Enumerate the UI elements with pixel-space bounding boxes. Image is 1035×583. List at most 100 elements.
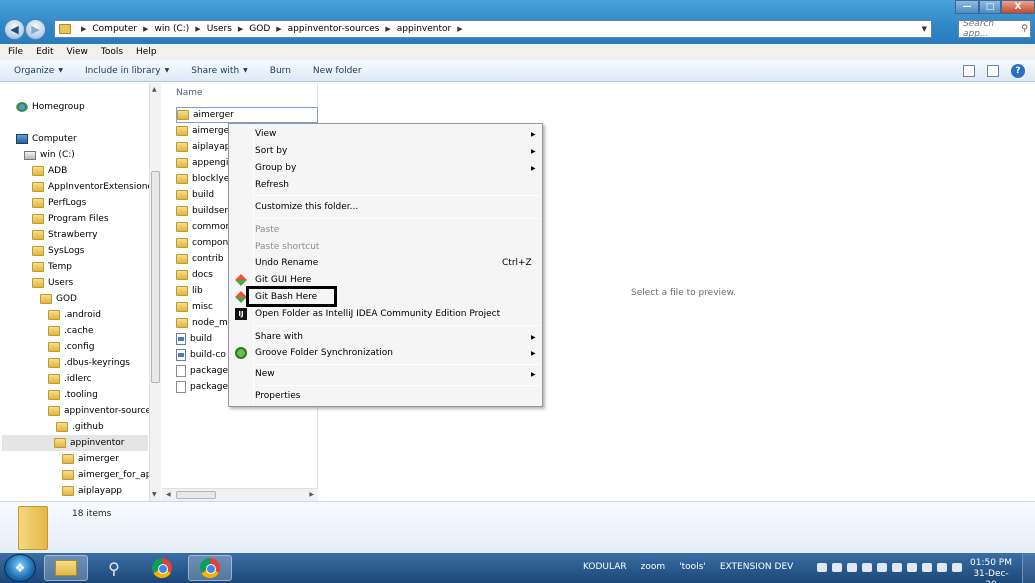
nav-homegroup[interactable]: Homegroup — [16, 99, 85, 115]
burn-button[interactable]: Burn — [270, 66, 291, 76]
search-input[interactable]: Search app... ⚲ — [958, 19, 1031, 39]
file-item[interactable]: misc — [176, 299, 213, 315]
tray-label-tools[interactable]: 'tools' — [679, 562, 706, 572]
file-item[interactable]: common — [176, 219, 231, 235]
file-item[interactable]: blocklyed — [176, 171, 235, 187]
menu-item-group-by[interactable]: Group by ▶ — [231, 160, 540, 176]
nav-item[interactable]: Users — [32, 275, 73, 291]
tray-label-kodular[interactable]: KODULAR — [583, 562, 627, 572]
file-item[interactable]: build-co — [176, 347, 226, 363]
address-dropdown-icon[interactable]: ▼ — [922, 25, 927, 33]
taskbar-explorer[interactable] — [44, 555, 88, 581]
tray-label-zoom[interactable]: zoom — [641, 562, 666, 572]
file-list-hscrollbar[interactable]: ◀ ▶ — [162, 488, 318, 501]
tray-icon[interactable] — [862, 563, 872, 572]
menu-item-open-intellij[interactable]: IJ Open Folder as IntelliJ IDEA Community… — [231, 306, 540, 322]
file-item[interactable]: buildserv — [176, 203, 233, 219]
chevron-right-icon[interactable]: ▶ — [238, 25, 243, 33]
breadcrumb-users[interactable]: Users — [207, 24, 232, 34]
nav-item[interactable]: AppInventorExtensiones — [32, 179, 158, 195]
taskbar-chrome[interactable] — [140, 555, 184, 581]
chevron-right-icon[interactable]: ▶ — [143, 25, 148, 33]
nav-item[interactable]: aiplayapp — [62, 483, 122, 499]
tray-icon[interactable] — [937, 563, 947, 572]
tray-icon[interactable] — [952, 563, 962, 572]
nav-item[interactable]: SysLogs — [32, 243, 85, 259]
tray-icon[interactable] — [832, 563, 842, 572]
taskbar-clock[interactable]: 01:50 PM 31-Dec-20 — [968, 558, 1014, 583]
show-desktop-button[interactable] — [1022, 553, 1035, 583]
menu-item-sort-by[interactable]: Sort by ▶ — [231, 143, 540, 159]
nav-scrollbar[interactable]: ▲ ▼ — [149, 83, 161, 501]
nav-item[interactable]: GOD — [40, 291, 77, 307]
organize-button[interactable]: Organize ▼ — [14, 66, 63, 76]
start-button[interactable]: ❖ — [4, 554, 36, 582]
nav-drive[interactable]: win (C:) — [24, 147, 75, 163]
search-icon[interactable]: ⚲ — [1021, 24, 1028, 34]
file-item[interactable]: node_mo — [176, 315, 233, 331]
file-item[interactable]: package. — [176, 363, 231, 379]
nav-computer[interactable]: Computer — [16, 131, 77, 147]
forward-button[interactable]: ▶ — [25, 19, 46, 40]
file-item[interactable]: aimerger — [176, 123, 233, 139]
scroll-up-icon[interactable]: ▲ — [152, 86, 157, 93]
tray-icon[interactable] — [847, 563, 857, 572]
file-item[interactable]: build — [176, 187, 214, 203]
scroll-down-icon[interactable]: ▼ — [152, 491, 157, 498]
chevron-right-icon[interactable]: ▶ — [276, 25, 281, 33]
column-header-name[interactable]: Name — [176, 88, 203, 98]
nav-item[interactable]: PerfLogs — [32, 195, 86, 211]
file-item[interactable]: compon — [176, 235, 228, 251]
minimize-button[interactable]: — — [955, 0, 979, 14]
taskbar-app-search[interactable]: ⚲ — [92, 555, 136, 581]
chevron-right-icon[interactable]: ▶ — [195, 25, 200, 33]
menu-item-new[interactable]: New ▶ — [231, 366, 540, 382]
nav-item[interactable]: aimerger_for_appi — [62, 467, 160, 483]
menu-item-view[interactable]: View ▶ — [231, 126, 540, 142]
tray-label-extension-dev[interactable]: EXTENSION DEV — [720, 562, 793, 572]
help-icon[interactable]: ? — [1011, 64, 1025, 78]
scroll-right-icon[interactable]: ▶ — [309, 491, 314, 498]
file-item[interactable]: package- — [176, 379, 231, 395]
maximize-button[interactable]: □ — [979, 0, 1001, 14]
new-folder-button[interactable]: New folder — [313, 66, 362, 76]
nav-item[interactable]: .config — [48, 339, 94, 355]
menu-item-share-with[interactable]: Share with ▶ — [231, 329, 540, 345]
menu-tools[interactable]: Tools — [101, 47, 123, 57]
menu-help[interactable]: Help — [136, 47, 157, 57]
tray-icon[interactable] — [892, 563, 902, 572]
nav-item[interactable]: Temp — [32, 259, 72, 275]
menu-file[interactable]: File — [8, 47, 23, 57]
breadcrumb-god[interactable]: GOD — [249, 24, 270, 34]
back-button[interactable]: ◀ — [4, 19, 25, 40]
file-item[interactable]: aimerger — [176, 107, 318, 123]
breadcrumb-drive[interactable]: win (C:) — [155, 24, 190, 34]
preview-pane-icon[interactable] — [987, 65, 999, 77]
file-item[interactable]: docs — [176, 267, 213, 283]
nav-item-selected[interactable]: appinventor — [2, 435, 148, 451]
menu-item-groove[interactable]: Groove Folder Synchronization ▶ — [231, 345, 540, 361]
menu-view[interactable]: View — [67, 47, 88, 57]
nav-item[interactable]: .cache — [48, 323, 94, 339]
scroll-thumb[interactable] — [151, 171, 160, 383]
file-item[interactable]: build — [176, 331, 212, 347]
menu-item-undo-rename[interactable]: Undo Rename Ctrl+Z — [231, 255, 540, 271]
address-bar[interactable]: ▶ Computer ▶ win (C:) ▶ Users ▶ GOD ▶ ap… — [54, 20, 932, 38]
tray-icon[interactable] — [877, 563, 887, 572]
nav-item[interactable]: .github — [56, 419, 104, 435]
nav-item[interactable]: .android — [48, 307, 101, 323]
menu-item-refresh[interactable]: Refresh — [231, 177, 540, 193]
tray-icon[interactable] — [907, 563, 917, 572]
file-item[interactable]: appengin — [176, 155, 234, 171]
include-in-library-button[interactable]: Include in library ▼ — [85, 66, 169, 76]
breadcrumb-appinventor-sources[interactable]: appinventor-sources — [288, 24, 380, 34]
tray-icon[interactable] — [817, 563, 827, 572]
scroll-left-icon[interactable]: ◀ — [166, 491, 171, 498]
file-item[interactable]: aiplayapp — [176, 139, 236, 155]
menu-item-customize[interactable]: Customize this folder... — [231, 199, 540, 215]
share-with-button[interactable]: Share with ▼ — [191, 66, 248, 76]
file-item[interactable]: lib — [176, 283, 203, 299]
breadcrumb-appinventor[interactable]: appinventor — [397, 24, 451, 34]
nav-item[interactable]: Strawberry — [32, 227, 98, 243]
tray-icon[interactable] — [922, 563, 932, 572]
